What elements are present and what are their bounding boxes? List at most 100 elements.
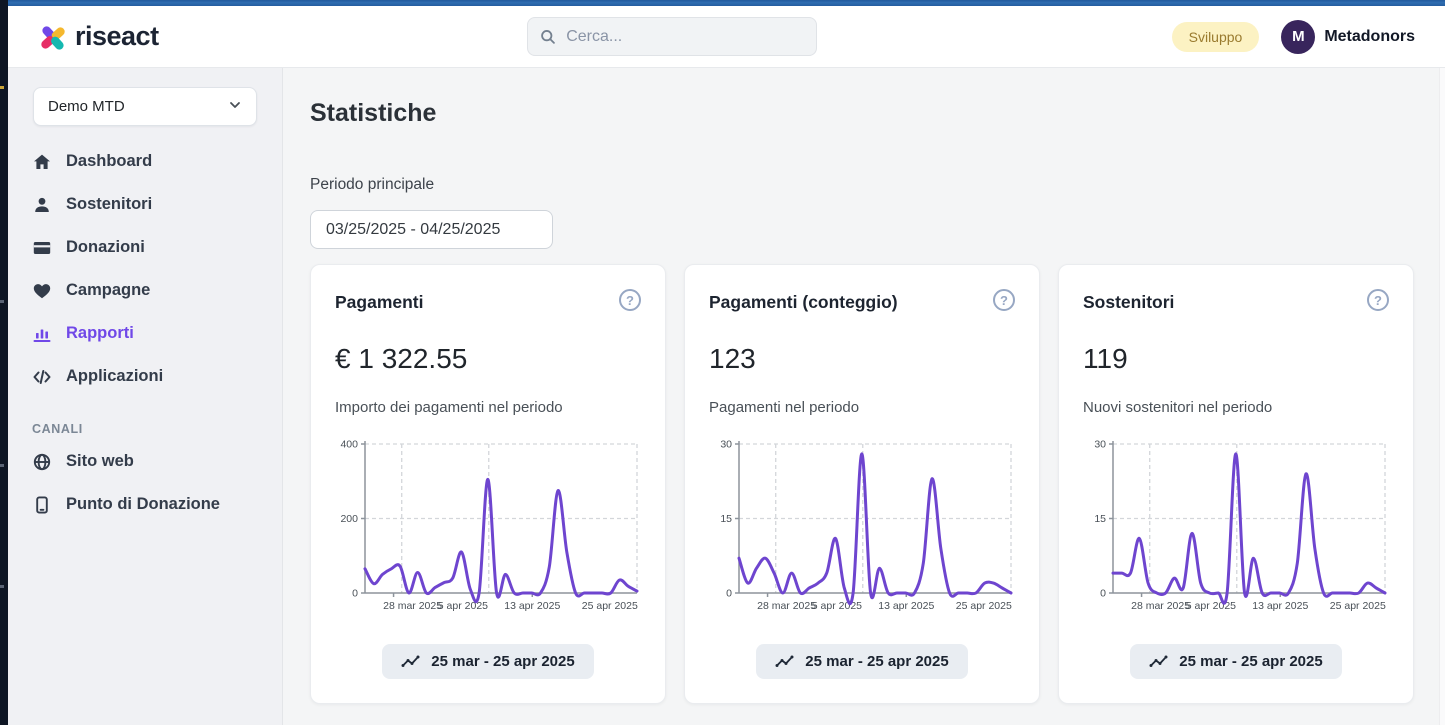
period-date-range-value: 03/25/2025 - 04/25/2025 xyxy=(326,221,500,239)
line-chart-pagamenti: 0 200 400 28 mar 20255 apr 2025 13 apr 2025 2… xyxy=(335,434,641,619)
svg-text:5 apr 2025: 5 apr 2025 xyxy=(1186,600,1236,612)
sidebar-item-label: Campagne xyxy=(66,279,150,302)
riseact-logo[interactable]: riseact xyxy=(38,21,159,52)
sidebar-item-rapporti[interactable]: Rapporti xyxy=(8,312,282,355)
svg-text:30: 30 xyxy=(720,439,732,451)
svg-text:5 apr 2025: 5 apr 2025 xyxy=(812,600,862,612)
edge-artifact xyxy=(0,585,4,588)
chart-range-label: 25 mar - 25 apr 2025 xyxy=(431,653,574,670)
help-icon[interactable]: ? xyxy=(1367,289,1389,311)
main-content: Statistiche Periodo principale 03/25/202… xyxy=(283,68,1445,725)
svg-text:0: 0 xyxy=(726,588,732,600)
edge-artifact xyxy=(0,300,4,303)
svg-text:15: 15 xyxy=(720,513,732,525)
heart-icon xyxy=(32,281,52,301)
chart-range-label: 25 mar - 25 apr 2025 xyxy=(805,653,948,670)
card-title: Sostenitori xyxy=(1083,289,1174,313)
sidebar-item-punto-di-donazione[interactable]: Punto di Donazione xyxy=(8,483,282,526)
period-label: Periodo principale xyxy=(310,176,1414,194)
trend-line-icon xyxy=(775,654,794,669)
avatar[interactable]: M xyxy=(1281,20,1315,54)
organization-name: Demo MTD xyxy=(48,98,125,115)
sidebar-nav: Dashboard Sostenitori Donazioni Campagne… xyxy=(8,140,282,526)
line-chart-pagamenti-conteggio: 0153028 mar 20255 apr 202513 apr 202525 … xyxy=(709,434,1015,619)
svg-text:5 apr 2025: 5 apr 2025 xyxy=(438,600,488,612)
sidebar-item-sito-web[interactable]: Sito web xyxy=(8,440,282,483)
sidebar-item-sostenitori[interactable]: Sostenitori xyxy=(8,183,282,226)
scrollbar-track[interactable] xyxy=(1439,68,1445,725)
card-title: Pagamenti (conteggio) xyxy=(709,289,898,313)
card-value: € 1 322.55 xyxy=(335,343,641,375)
svg-text:13 apr 2025: 13 apr 2025 xyxy=(878,600,934,612)
bar-chart-icon xyxy=(32,324,52,344)
svg-text:0: 0 xyxy=(1100,588,1106,600)
chart-range-button[interactable]: 25 mar - 25 apr 2025 xyxy=(756,644,967,679)
chart-range-button[interactable]: 25 mar - 25 apr 2025 xyxy=(382,644,593,679)
card-subtitle: Pagamenti nel periodo xyxy=(709,399,1015,416)
card-subtitle: Nuovi sostenitori nel periodo xyxy=(1083,399,1389,416)
sidebar-item-label: Sito web xyxy=(66,450,134,473)
card-title: Pagamenti xyxy=(335,289,424,313)
card-subtitle: Importo dei pagamenti nel periodo xyxy=(335,399,641,416)
search-input[interactable] xyxy=(566,28,804,46)
svg-text:400: 400 xyxy=(340,439,358,451)
trend-line-icon xyxy=(1149,654,1168,669)
sidebar: Demo MTD Dashboard Sostenitori Donazioni xyxy=(8,68,283,725)
svg-text:28 mar 2025: 28 mar 2025 xyxy=(383,600,442,612)
user-menu[interactable]: M Metadonors xyxy=(1281,20,1415,54)
browser-accent-bar xyxy=(8,0,1445,6)
sidebar-item-label: Rapporti xyxy=(66,322,134,345)
svg-text:28 mar 2025: 28 mar 2025 xyxy=(1131,600,1190,612)
chevron-down-icon xyxy=(228,98,242,116)
line-chart-sostenitori: 0 15 30 28 mar 20255 apr 2025 13 apr 2025 25 … xyxy=(1083,434,1389,619)
edge-artifact xyxy=(0,86,4,89)
sidebar-item-label: Punto di Donazione xyxy=(66,493,220,516)
environment-badge[interactable]: Sviluppo xyxy=(1172,22,1260,52)
help-icon[interactable]: ? xyxy=(993,289,1015,311)
card-pagamenti-conteggio: Pagamenti (conteggio) ? 123 Pagamenti ne… xyxy=(684,264,1040,704)
window-edge-strip xyxy=(0,0,8,725)
sidebar-item-donazioni[interactable]: Donazioni xyxy=(8,226,282,269)
sidebar-item-label: Dashboard xyxy=(66,150,152,173)
svg-text:15: 15 xyxy=(1094,513,1106,525)
code-icon xyxy=(32,367,52,387)
credit-card-icon xyxy=(32,238,52,258)
globe-icon xyxy=(32,452,52,472)
sidebar-section-canali: CANALI xyxy=(32,422,258,436)
card-sostenitori: Sostenitori ? 119 Nuovi sostenitori nel … xyxy=(1058,264,1414,704)
organization-selector[interactable]: Demo MTD xyxy=(33,87,257,126)
chart-range-button[interactable]: 25 mar - 25 apr 2025 xyxy=(1130,644,1341,679)
svg-text:13 apr 2025: 13 apr 2025 xyxy=(1252,600,1308,612)
sidebar-item-label: Donazioni xyxy=(66,236,145,259)
riseact-logo-icon xyxy=(38,22,68,52)
svg-text:25 apr 2025: 25 apr 2025 xyxy=(1330,600,1386,612)
user-name: Metadonors xyxy=(1324,28,1415,46)
card-pagamenti: Pagamenti ? € 1 322.55 Importo dei pagam… xyxy=(310,264,666,704)
mobile-icon xyxy=(32,495,52,515)
home-icon xyxy=(32,152,52,172)
card-value: 119 xyxy=(1083,343,1389,375)
chart-range-label: 25 mar - 25 apr 2025 xyxy=(1179,653,1322,670)
global-search[interactable] xyxy=(527,17,817,56)
user-icon xyxy=(32,195,52,215)
brand-name: riseact xyxy=(75,21,159,52)
search-icon xyxy=(540,28,556,46)
page-title: Statistiche xyxy=(310,99,1414,128)
sidebar-item-applicazioni[interactable]: Applicazioni xyxy=(8,355,282,398)
trend-line-icon xyxy=(401,654,420,669)
edge-artifact xyxy=(0,464,4,467)
sidebar-item-label: Sostenitori xyxy=(66,193,152,216)
sidebar-item-dashboard[interactable]: Dashboard xyxy=(8,140,282,183)
svg-text:200: 200 xyxy=(340,513,358,525)
period-date-range-input[interactable]: 03/25/2025 - 04/25/2025 xyxy=(310,210,553,249)
top-navbar: riseact Sviluppo M Metadonors xyxy=(8,6,1445,68)
sidebar-item-label: Applicazioni xyxy=(66,365,163,388)
card-value: 123 xyxy=(709,343,1015,375)
svg-text:0: 0 xyxy=(352,588,358,600)
svg-text:25 apr 2025: 25 apr 2025 xyxy=(582,600,638,612)
help-icon[interactable]: ? xyxy=(619,289,641,311)
svg-text:13 apr 2025: 13 apr 2025 xyxy=(504,600,560,612)
svg-text:30: 30 xyxy=(1094,439,1106,451)
stat-cards-row: Pagamenti ? € 1 322.55 Importo dei pagam… xyxy=(310,264,1414,704)
sidebar-item-campagne[interactable]: Campagne xyxy=(8,269,282,312)
